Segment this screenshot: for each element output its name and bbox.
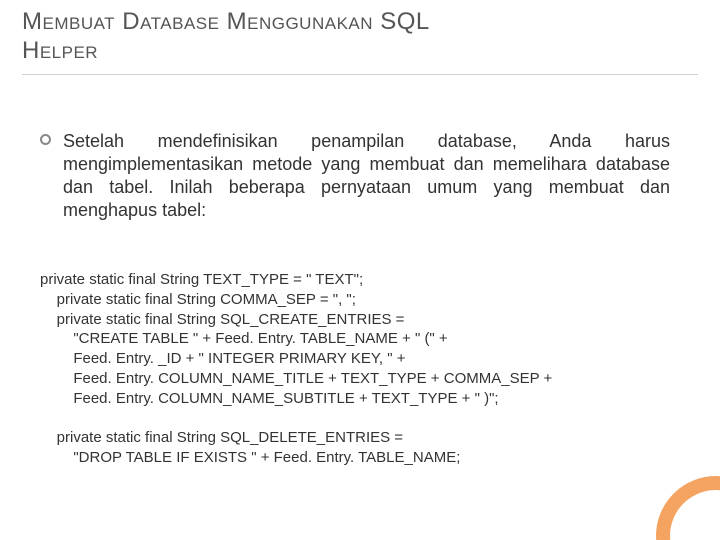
slide: Membuat Database Menggunakan SQL Helper … (0, 0, 720, 540)
code-block: private static final String TEXT_TYPE = … (40, 270, 670, 468)
bullet-icon (40, 134, 51, 145)
bullet-item: Setelah mendefinisikan penampilan databa… (40, 130, 670, 222)
bullet-text: Setelah mendefinisikan penampilan databa… (63, 130, 670, 222)
title-line-2: Helper (22, 37, 98, 64)
title-underline (22, 74, 698, 75)
title-line-1: Membuat Database Menggunakan SQL (22, 8, 430, 35)
slide-title: Membuat Database Menggunakan SQL Helper (22, 8, 698, 66)
decorative-corner-ring (656, 476, 720, 540)
body-content: Setelah mendefinisikan penampilan databa… (40, 130, 670, 222)
